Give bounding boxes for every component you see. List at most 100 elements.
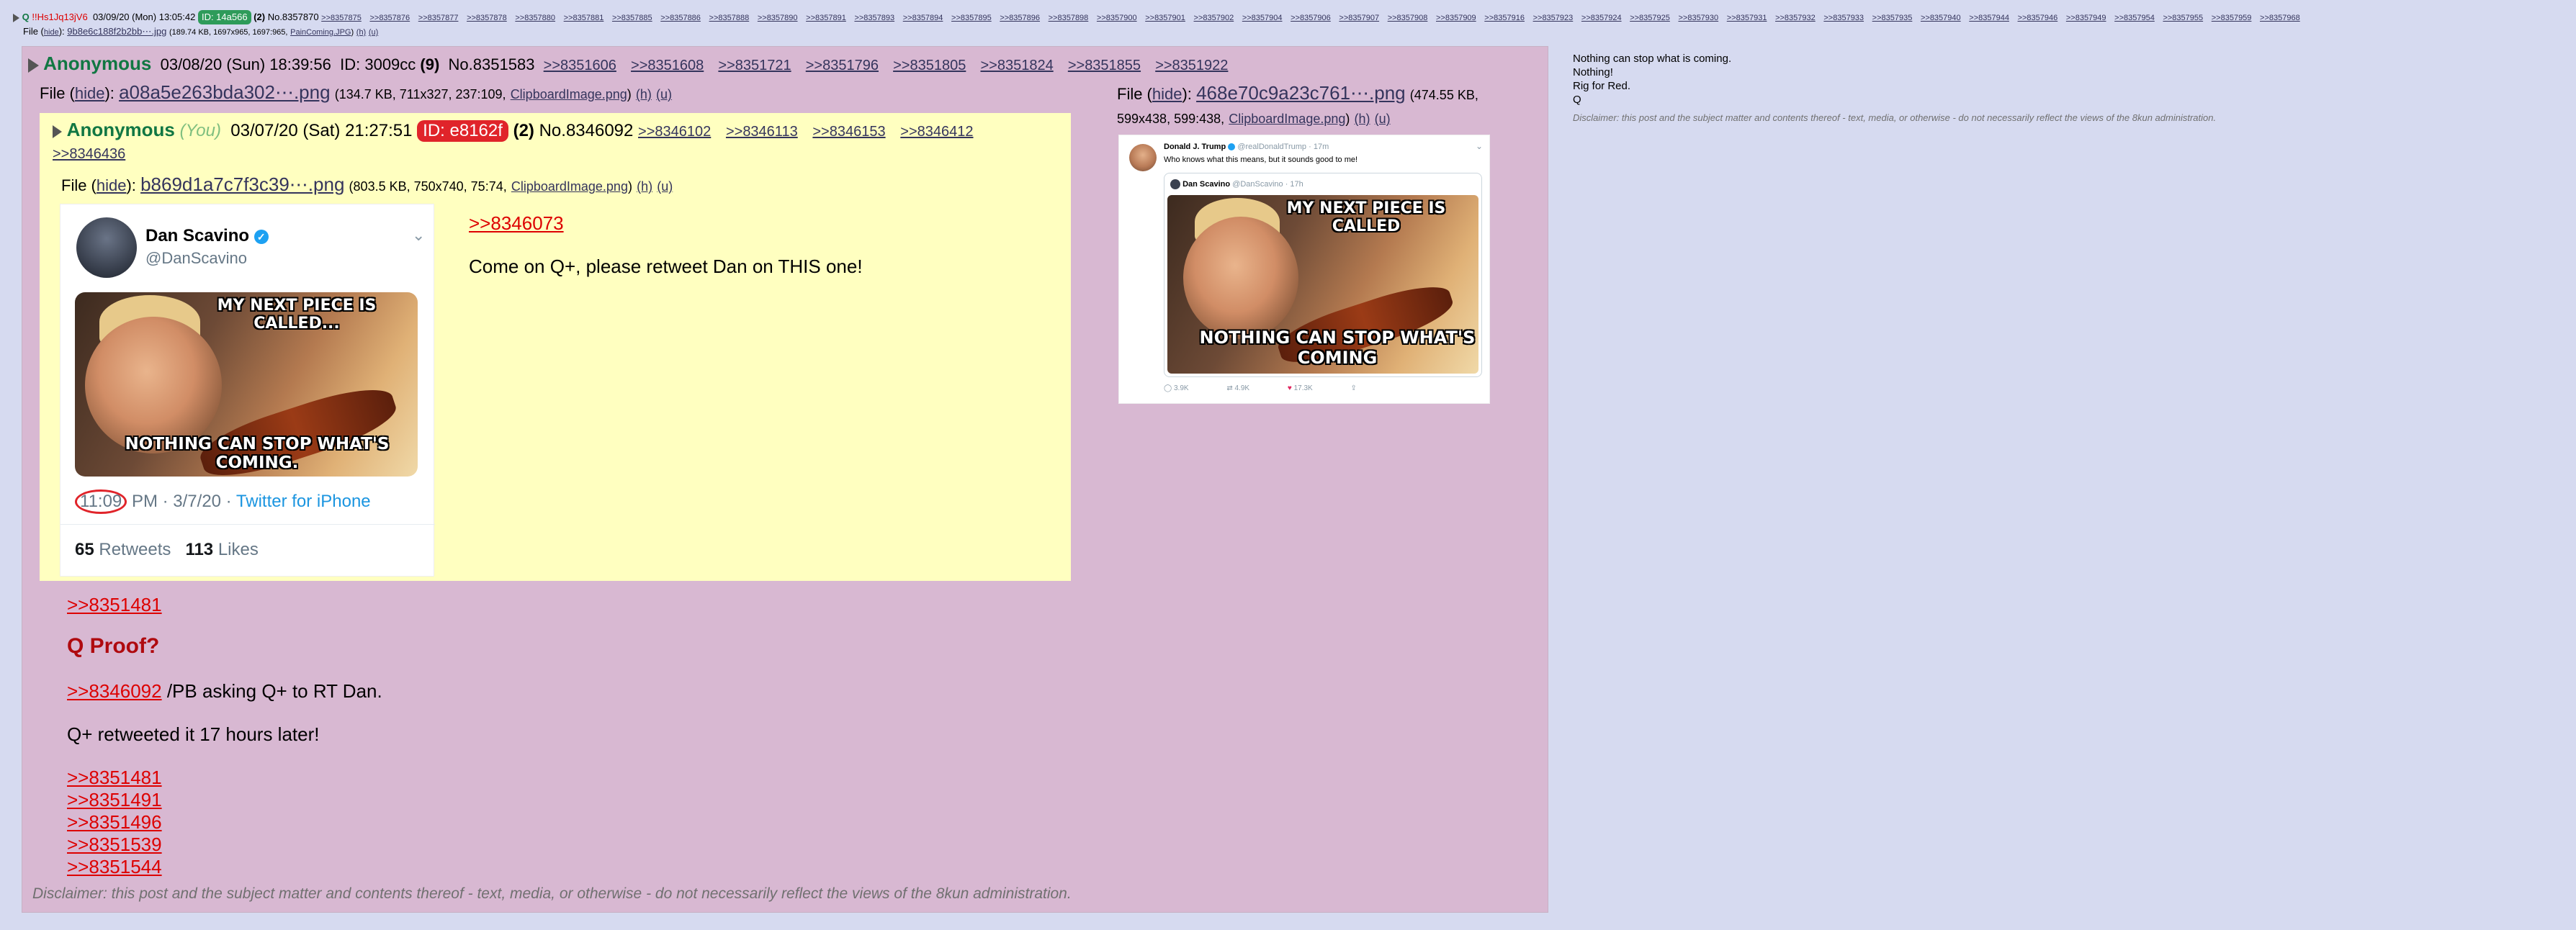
backlink[interactable]: >>8357898 xyxy=(1049,11,1089,25)
file-name-link[interactable]: 9b8e6c188f2b2bb⋯.jpg xyxy=(67,26,166,37)
file-u-link[interactable]: (u) xyxy=(369,28,378,37)
file-original-name[interactable]: PainComing.JPG xyxy=(290,28,351,37)
reply-icon[interactable]: ◯ xyxy=(1164,384,1172,392)
hide-link[interactable]: hide xyxy=(1152,85,1182,103)
backlink[interactable]: >>8357901 xyxy=(1145,11,1185,25)
backlink[interactable]: >>8357906 xyxy=(1291,11,1331,25)
backlink[interactable]: >>8357891 xyxy=(806,11,846,25)
post-number[interactable]: No.8357870 xyxy=(268,12,319,22)
backlink[interactable]: >>8346412 xyxy=(900,124,973,140)
backlink[interactable]: >>8351824 xyxy=(980,58,1053,73)
poster-id-badge[interactable]: ID: 14a566 xyxy=(197,10,251,24)
file-original-name[interactable]: ClipboardImage.png xyxy=(511,179,628,194)
backlink[interactable]: >>8357907 xyxy=(1339,11,1379,25)
backlink[interactable]: >>8357925 xyxy=(1630,11,1670,25)
backlink[interactable]: >>8357935 xyxy=(1872,11,1913,25)
hide-link[interactable]: hide xyxy=(44,28,59,37)
post-number[interactable]: No.8346092 xyxy=(539,121,634,140)
backlink[interactable]: >>8357900 xyxy=(1097,11,1137,25)
backlink[interactable]: >>8357940 xyxy=(1921,11,1961,25)
backlink[interactable]: >>8346102 xyxy=(638,124,711,140)
file-u-link[interactable]: (u) xyxy=(1375,112,1391,126)
scavino-tweet-image[interactable]: Dan Scavino ✓ @DanScavino ⌄ MY NEXT PIEC… xyxy=(60,204,435,577)
reply-link[interactable]: >>8351496 xyxy=(67,811,162,834)
file-u-link[interactable]: (u) xyxy=(657,179,673,194)
hide-link[interactable]: hide xyxy=(75,84,105,102)
backlink[interactable]: >>8357955 xyxy=(2163,11,2203,25)
chevron-down-icon[interactable]: ⌄ xyxy=(412,226,425,245)
file-h-link[interactable]: (h) xyxy=(636,87,652,101)
backlink[interactable]: >>8357916 xyxy=(1484,11,1525,25)
backlink[interactable]: >>8357923 xyxy=(1533,11,1574,25)
file-u-link[interactable]: (u) xyxy=(656,87,672,101)
quote-link-text[interactable]: >>8346073 xyxy=(469,212,564,234)
backlink[interactable]: >>8351855 xyxy=(1068,58,1141,73)
backlink[interactable]: >>8357949 xyxy=(2066,11,2106,25)
backlink[interactable]: >>8357880 xyxy=(515,11,555,25)
backlink[interactable]: >>8351805 xyxy=(893,58,966,73)
file-name-link[interactable]: 468e70c9a23c761⋯.png xyxy=(1196,82,1406,104)
backlink[interactable]: >>8357893 xyxy=(854,11,894,25)
trump-tweet-image[interactable]: Donald J. Trump @realDonaldTrump · 17m ⌄… xyxy=(1118,135,1490,404)
backlink[interactable]: >>8346113 xyxy=(726,124,798,140)
backlink[interactable]: >>8357959 xyxy=(2212,11,2252,25)
file-h-link[interactable]: (h) xyxy=(1355,112,1370,126)
backlink[interactable]: >>8351922 xyxy=(1155,58,1228,73)
backlink[interactable]: >>8346153 xyxy=(812,124,885,140)
backlink[interactable]: >>8357933 xyxy=(1823,11,1864,25)
backlink[interactable]: >>8357875 xyxy=(321,11,362,25)
quote-link[interactable]: >>8346073 xyxy=(469,211,564,235)
file-original-name[interactable]: ClipboardImage.png xyxy=(1229,112,1345,126)
backlink[interactable]: >>8357894 xyxy=(903,11,943,25)
backlink[interactable]: >>8357930 xyxy=(1678,11,1718,25)
file-h-link[interactable]: (h) xyxy=(356,28,366,37)
backlink[interactable]: >>8357909 xyxy=(1436,11,1476,25)
backlink[interactable]: >>8357885 xyxy=(612,11,652,25)
reply-link[interactable]: >>8351491 xyxy=(67,789,162,811)
backlink[interactable]: >>8357895 xyxy=(951,11,992,25)
backlink[interactable]: >>8357908 xyxy=(1388,11,1428,25)
backlink[interactable]: >>8357877 xyxy=(418,11,459,25)
backlink[interactable]: >>8357888 xyxy=(709,11,750,25)
expand-triangle-icon[interactable] xyxy=(53,125,62,138)
backlink[interactable]: >>8357968 xyxy=(2260,11,2300,25)
backlink[interactable]: >>8357878 xyxy=(467,11,507,25)
reply-link[interactable]: >>8351544 xyxy=(67,856,162,878)
post-number[interactable]: No.8351583 xyxy=(449,55,535,73)
backlink[interactable]: >>8357944 xyxy=(1969,11,2009,25)
backlink[interactable]: >>8351608 xyxy=(631,58,704,73)
reply-link-text[interactable]: >>8351481 xyxy=(67,594,162,615)
backlink[interactable]: >>8357890 xyxy=(758,11,798,25)
backlink[interactable]: >>8357896 xyxy=(1000,11,1040,25)
backlink[interactable]: >>8357886 xyxy=(660,11,701,25)
backlink[interactable]: >>8357881 xyxy=(564,11,604,25)
body-reply-link[interactable]: >>8351481 xyxy=(67,592,162,617)
backlink[interactable]: >>8346436 xyxy=(53,146,125,162)
expand-triangle-icon[interactable] xyxy=(13,13,19,22)
poster-id-badge[interactable]: ID: e8162f xyxy=(417,120,508,142)
expand-triangle-icon[interactable] xyxy=(28,58,39,73)
file-name-link[interactable]: a08a5e263bda302⋯.png xyxy=(119,81,331,103)
hide-link[interactable]: hide xyxy=(97,176,127,194)
backlink[interactable]: >>8351721 xyxy=(718,58,791,73)
file-h-link[interactable]: (h) xyxy=(637,179,652,194)
backlink[interactable]: >>8357924 xyxy=(1581,11,1622,25)
backlink[interactable]: >>8357904 xyxy=(1242,11,1283,25)
backlink[interactable]: >>8351796 xyxy=(806,58,879,73)
backlink[interactable]: >>8351606 xyxy=(544,58,616,73)
reply-link[interactable]: >>8351481 xyxy=(67,767,162,789)
backlink[interactable]: >>8357902 xyxy=(1194,11,1234,25)
backlink[interactable]: >>8357954 xyxy=(2114,11,2155,25)
backlink[interactable]: >>8357946 xyxy=(2018,11,2058,25)
file-original-name[interactable]: ClipboardImage.png xyxy=(511,87,627,101)
backlink[interactable]: >>8357931 xyxy=(1727,11,1767,25)
backlink[interactable]: >>8357932 xyxy=(1775,11,1816,25)
share-icon[interactable]: ⇪ xyxy=(1351,384,1357,392)
poster-id[interactable]: ID: 3009cc xyxy=(340,55,416,73)
reply-link-text[interactable]: >>8346092 xyxy=(67,680,162,702)
backlink[interactable]: >>8357876 xyxy=(369,11,410,25)
reply-link[interactable]: >>8351539 xyxy=(67,834,162,856)
file-name-link[interactable]: b869d1a7c7f3c39⋯.png xyxy=(140,173,344,195)
heart-icon[interactable]: ♥ xyxy=(1288,384,1292,392)
retweet-icon[interactable]: ⇄ xyxy=(1226,384,1232,392)
